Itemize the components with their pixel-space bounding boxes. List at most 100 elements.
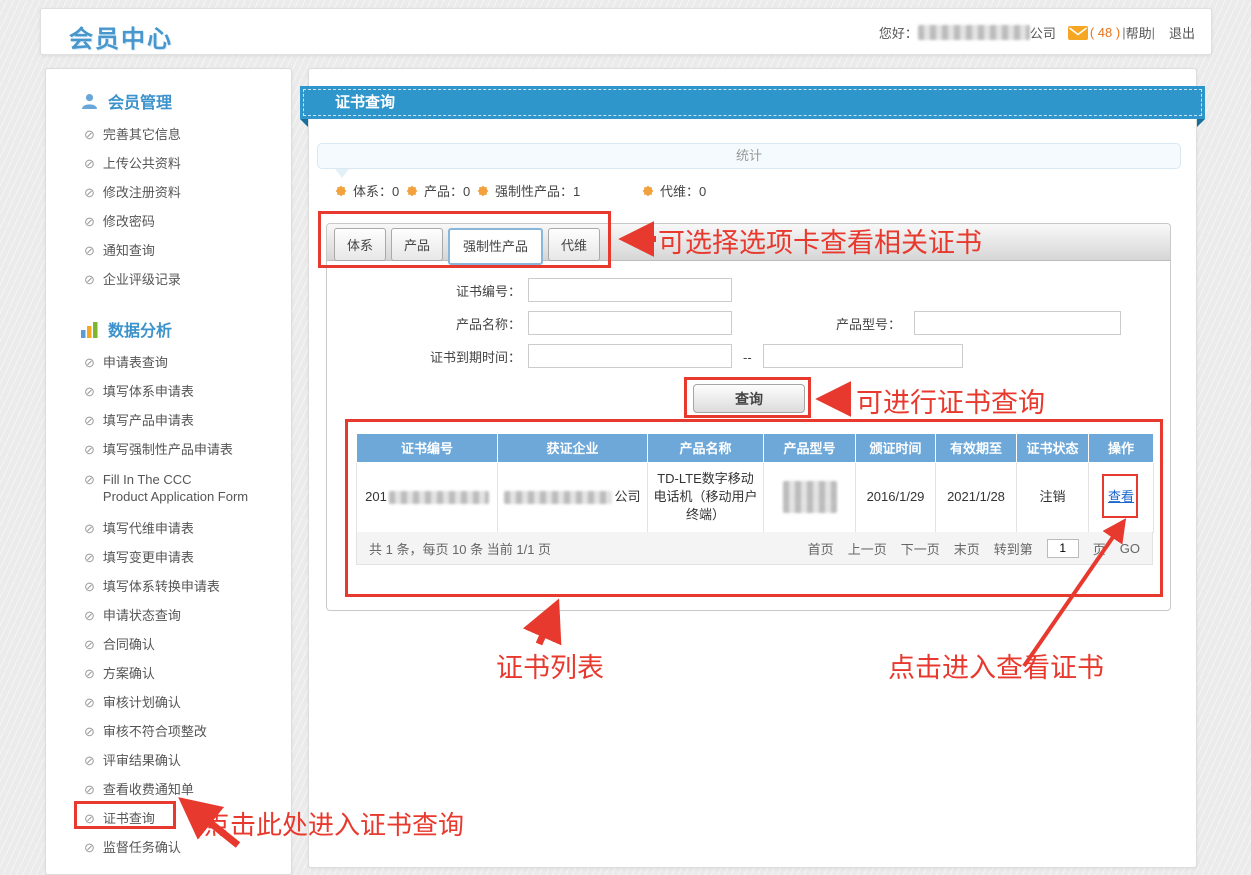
sidebar-item-complete-info[interactable]: ⊘完善其它信息 (46, 121, 291, 150)
check-circle-icon: ⊘ (84, 356, 95, 369)
table-row: 201 公司 TD-LTE数字移动电话机（移动用户终端） 2016/1/29 2… (357, 462, 1154, 532)
cert-no-input[interactable] (528, 278, 732, 302)
check-circle-icon: ⊘ (84, 580, 95, 593)
expire-end-input[interactable] (763, 344, 963, 368)
last-page-link[interactable]: 末页 (954, 539, 980, 558)
sidebar-item-contract-confirm[interactable]: ⊘合同确认 (46, 631, 291, 660)
next-page-link[interactable]: 下一页 (901, 539, 940, 558)
stats-box: 统计 (317, 143, 1181, 169)
stat-product: 产品：0 (405, 181, 470, 200)
cell-action: 查看 (1089, 462, 1154, 532)
sidebar-item-application-query[interactable]: ⊘申请表查询 (46, 349, 291, 378)
product-model-input[interactable] (914, 311, 1121, 335)
check-circle-icon: ⊘ (84, 667, 95, 680)
col-product-name: 产品名称 (648, 434, 764, 462)
sidebar-item-daiwei-application[interactable]: ⊘填写代维申请表 (46, 515, 291, 544)
product-name-label: 产品名称： (309, 313, 521, 337)
panel-title-ribbon: 证书查询 (300, 86, 1205, 119)
sidebar-item-system-application[interactable]: ⊘填写体系申请表 (46, 378, 291, 407)
check-circle-icon: ⊘ (84, 551, 95, 564)
tab-system[interactable]: 体系 (334, 228, 386, 261)
sidebar-item-system-conversion[interactable]: ⊘填写体系转换申请表 (46, 573, 291, 602)
sidebar-item-notice-query[interactable]: ⊘通知查询 (46, 237, 291, 266)
sidebar-section-member: 会员管理 (46, 81, 291, 121)
check-circle-icon: ⊘ (84, 638, 95, 651)
star-icon (334, 184, 348, 198)
check-circle-icon: ⊘ (84, 385, 95, 398)
goto-prefix: 转到第 (994, 539, 1033, 558)
mail-count[interactable]: ( 48 ) (1090, 25, 1120, 40)
check-circle-icon: ⊘ (84, 473, 95, 486)
sidebar-item-supervision-confirm[interactable]: ⊘监督任务确认 (46, 834, 291, 863)
col-status: 证书状态 (1017, 434, 1089, 462)
star-icon (641, 184, 655, 198)
sidebar-item-nonconformity[interactable]: ⊘审核不符合项整改 (46, 718, 291, 747)
sidebar-item-review-result[interactable]: ⊘评审结果确认 (46, 747, 291, 776)
star-icon (476, 184, 490, 198)
col-valid-until: 有效期至 (936, 434, 1017, 462)
pagination-bar: 共 1 条，每页 10 条 当前 1/1 页 首页 上一页 下一页 末页 转到第… (356, 532, 1153, 565)
prev-page-link[interactable]: 上一页 (848, 539, 887, 558)
main-panel: 统计 体系：0 产品：0 强制性产品：1 代维：0 体系 产品 强制性产品 代维 (308, 68, 1197, 868)
stat-daiwei: 代维：0 (641, 181, 706, 200)
tab-daiwei[interactable]: 代维 (548, 228, 600, 261)
sidebar-item-modify-registration[interactable]: ⊘修改注册资料 (46, 179, 291, 208)
member-icon (80, 92, 99, 111)
sidebar-item-audit-plan-confirm[interactable]: ⊘审核计划确认 (46, 689, 291, 718)
mail-icon[interactable] (1068, 26, 1088, 40)
separator: | (1152, 25, 1155, 40)
check-circle-icon: ⊘ (84, 812, 95, 825)
sidebar-item-rating-record[interactable]: ⊘企业评级记录 (46, 266, 291, 295)
product-model-label: 产品型号： (689, 313, 901, 337)
cell-product-model (764, 462, 856, 532)
sidebar-item-change-password[interactable]: ⊘修改密码 (46, 208, 291, 237)
check-circle-icon: ⊘ (84, 414, 95, 427)
stats-box-tail (335, 169, 349, 178)
check-circle-icon: ⊘ (84, 783, 95, 796)
help-link[interactable]: 帮助 (1126, 23, 1152, 42)
check-circle-icon: ⊘ (84, 215, 95, 228)
page-number-input[interactable] (1047, 539, 1079, 558)
query-button[interactable]: 查询 (693, 384, 805, 413)
check-circle-icon: ⊘ (84, 128, 95, 141)
sidebar-item-product-application[interactable]: ⊘填写产品申请表 (46, 407, 291, 436)
check-circle-icon: ⊘ (84, 186, 95, 199)
panel-title: 证书查询 (335, 86, 395, 119)
ribbon-fold (300, 119, 308, 127)
sidebar-item-change-application[interactable]: ⊘填写变更申请表 (46, 544, 291, 573)
sidebar-item-ccc-application[interactable]: ⊘Fill In The CCC Product Application For… (46, 465, 291, 515)
logout-link[interactable]: 退出 (1169, 23, 1195, 42)
check-circle-icon: ⊘ (84, 244, 95, 257)
view-link[interactable]: 查看 (1108, 488, 1134, 506)
sidebar-item-upload-public[interactable]: ⊘上传公共资料 (46, 150, 291, 179)
table-header-row: 证书编号 获证企业 产品名称 产品型号 颁证时间 有效期至 证书状态 操作 (357, 434, 1154, 462)
sidebar-item-fee-notice[interactable]: ⊘查看收费通知单 (46, 776, 291, 805)
check-circle-icon: ⊘ (84, 725, 95, 738)
check-circle-icon: ⊘ (84, 522, 95, 535)
sidebar-item-application-status[interactable]: ⊘申请状态查询 (46, 602, 291, 631)
check-circle-icon: ⊘ (84, 273, 95, 286)
expire-start-input[interactable] (528, 344, 732, 368)
pagination-summary: 共 1 条，每页 10 条 当前 1/1 页 (369, 539, 551, 558)
model-redacted (783, 481, 837, 513)
tab-compulsory-product[interactable]: 强制性产品 (448, 228, 543, 265)
col-action: 操作 (1089, 434, 1154, 462)
top-bar: 会员中心 您好： 公司 ( 48 ) | 帮助 | 退出 (40, 8, 1212, 55)
sidebar-item-cert-query[interactable]: ⊘ 证书查询 点击此处进入证书查询 (46, 805, 291, 834)
date-separator: -- (743, 346, 752, 370)
go-button[interactable]: GO (1120, 541, 1140, 556)
stats-title: 统计 (736, 148, 762, 163)
sidebar: 会员管理 ⊘完善其它信息 ⊘上传公共资料 ⊘修改注册资料 ⊘修改密码 ⊘通知查询… (45, 68, 292, 875)
company-name-redacted (918, 25, 1030, 40)
sidebar-item-plan-confirm[interactable]: ⊘方案确认 (46, 660, 291, 689)
cert-no-redacted (389, 491, 489, 504)
cert-no-label: 证书编号： (309, 280, 521, 304)
first-page-link[interactable]: 首页 (808, 539, 834, 558)
col-company: 获证企业 (498, 434, 648, 462)
sidebar-item-compulsory-application[interactable]: ⊘填写强制性产品申请表 (46, 436, 291, 465)
expire-label: 证书到期时间： (309, 346, 521, 370)
col-issue-date: 颁证时间 (856, 434, 936, 462)
tab-product[interactable]: 产品 (391, 228, 443, 261)
ribbon-fold (1197, 119, 1205, 127)
cell-company: 公司 (498, 462, 648, 532)
